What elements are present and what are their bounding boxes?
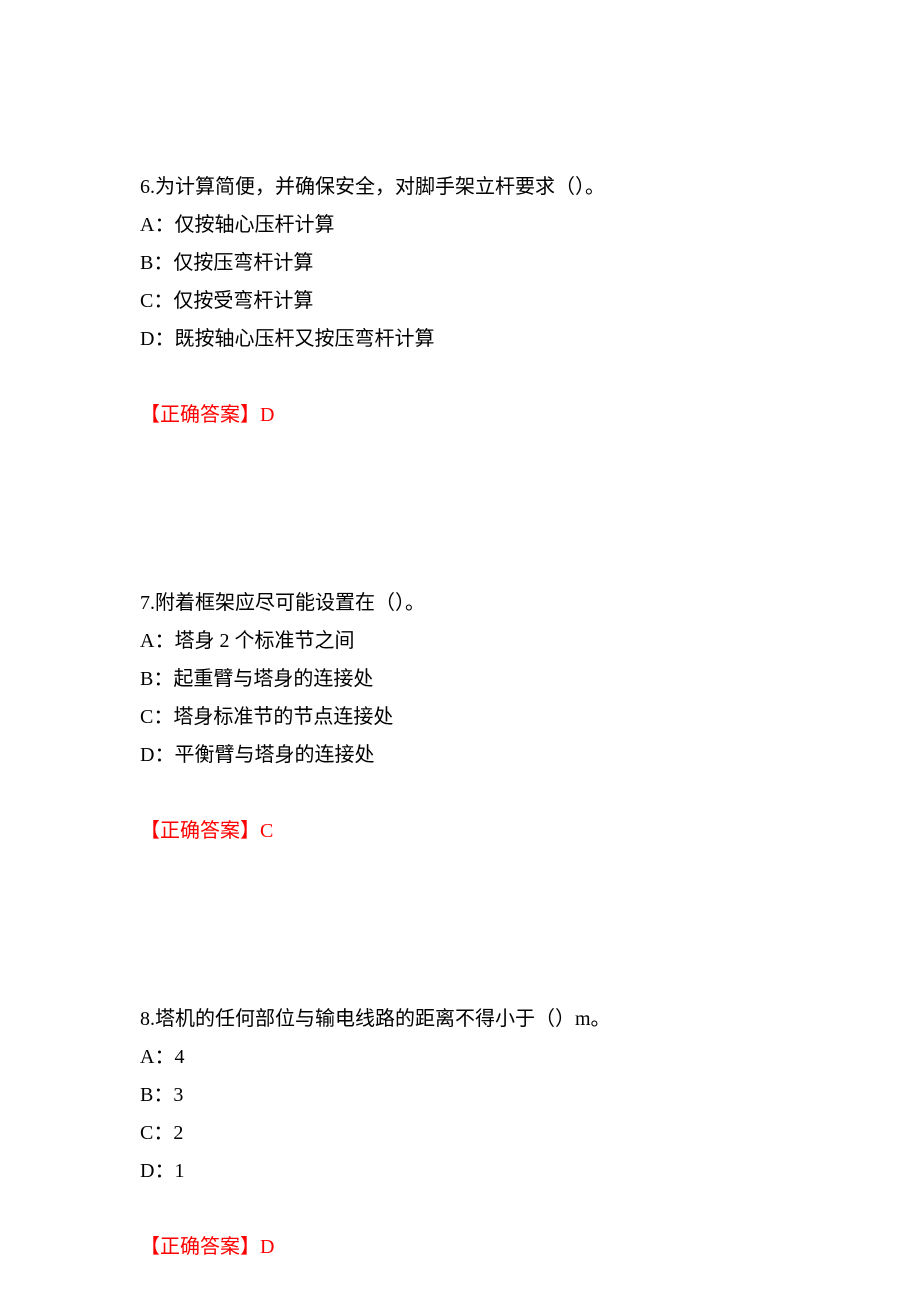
option-d: D：既按轴心压杆又按压弯杆计算 <box>140 320 780 358</box>
answer-value: C <box>260 820 273 842</box>
question-stem: 塔机的任何部位与输电线路的距离不得小于（）m。 <box>155 1008 611 1030</box>
option-d: D：1 <box>140 1152 780 1190</box>
question-text: 7.附着框架应尽可能设置在（）。 <box>140 584 780 622</box>
option-d: D：平衡臂与塔身的连接处 <box>140 736 780 774</box>
question-block-7: 7.附着框架应尽可能设置在（）。 A：塔身 2 个标准节之间 B：起重臂与塔身的… <box>140 584 780 850</box>
answer-section: 【正确答案】C <box>140 812 780 850</box>
option-b: B：起重臂与塔身的连接处 <box>140 660 780 698</box>
question-number: 6. <box>140 176 155 198</box>
answer-label: 【正确答案】 <box>140 404 260 426</box>
option-a: A：塔身 2 个标准节之间 <box>140 622 780 660</box>
option-c: C：塔身标准节的节点连接处 <box>140 698 780 736</box>
question-stem: 为计算简便，并确保安全，对脚手架立杆要求（）。 <box>155 176 605 198</box>
question-text: 6.为计算简便，并确保安全，对脚手架立杆要求（）。 <box>140 168 780 206</box>
question-stem: 附着框架应尽可能设置在（）。 <box>155 592 425 614</box>
question-number: 7. <box>140 592 155 614</box>
answer-section: 【正确答案】D <box>140 1228 780 1266</box>
answer-label: 【正确答案】 <box>140 1236 260 1258</box>
answer-label: 【正确答案】 <box>140 820 260 842</box>
option-b: B：仅按压弯杆计算 <box>140 244 780 282</box>
question-block-6: 6.为计算简便，并确保安全，对脚手架立杆要求（）。 A：仅按轴心压杆计算 B：仅… <box>140 168 780 434</box>
option-a: A：仅按轴心压杆计算 <box>140 206 780 244</box>
question-number: 8. <box>140 1008 155 1030</box>
answer-value: D <box>260 404 274 426</box>
option-a: A：4 <box>140 1038 780 1076</box>
option-c: C：2 <box>140 1114 780 1152</box>
question-block-8: 8.塔机的任何部位与输电线路的距离不得小于（）m。 A：4 B：3 C：2 D：… <box>140 1000 780 1266</box>
question-text: 8.塔机的任何部位与输电线路的距离不得小于（）m。 <box>140 1000 780 1038</box>
answer-value: D <box>260 1236 274 1258</box>
option-b: B：3 <box>140 1076 780 1114</box>
option-c: C：仅按受弯杆计算 <box>140 282 780 320</box>
answer-section: 【正确答案】D <box>140 396 780 434</box>
